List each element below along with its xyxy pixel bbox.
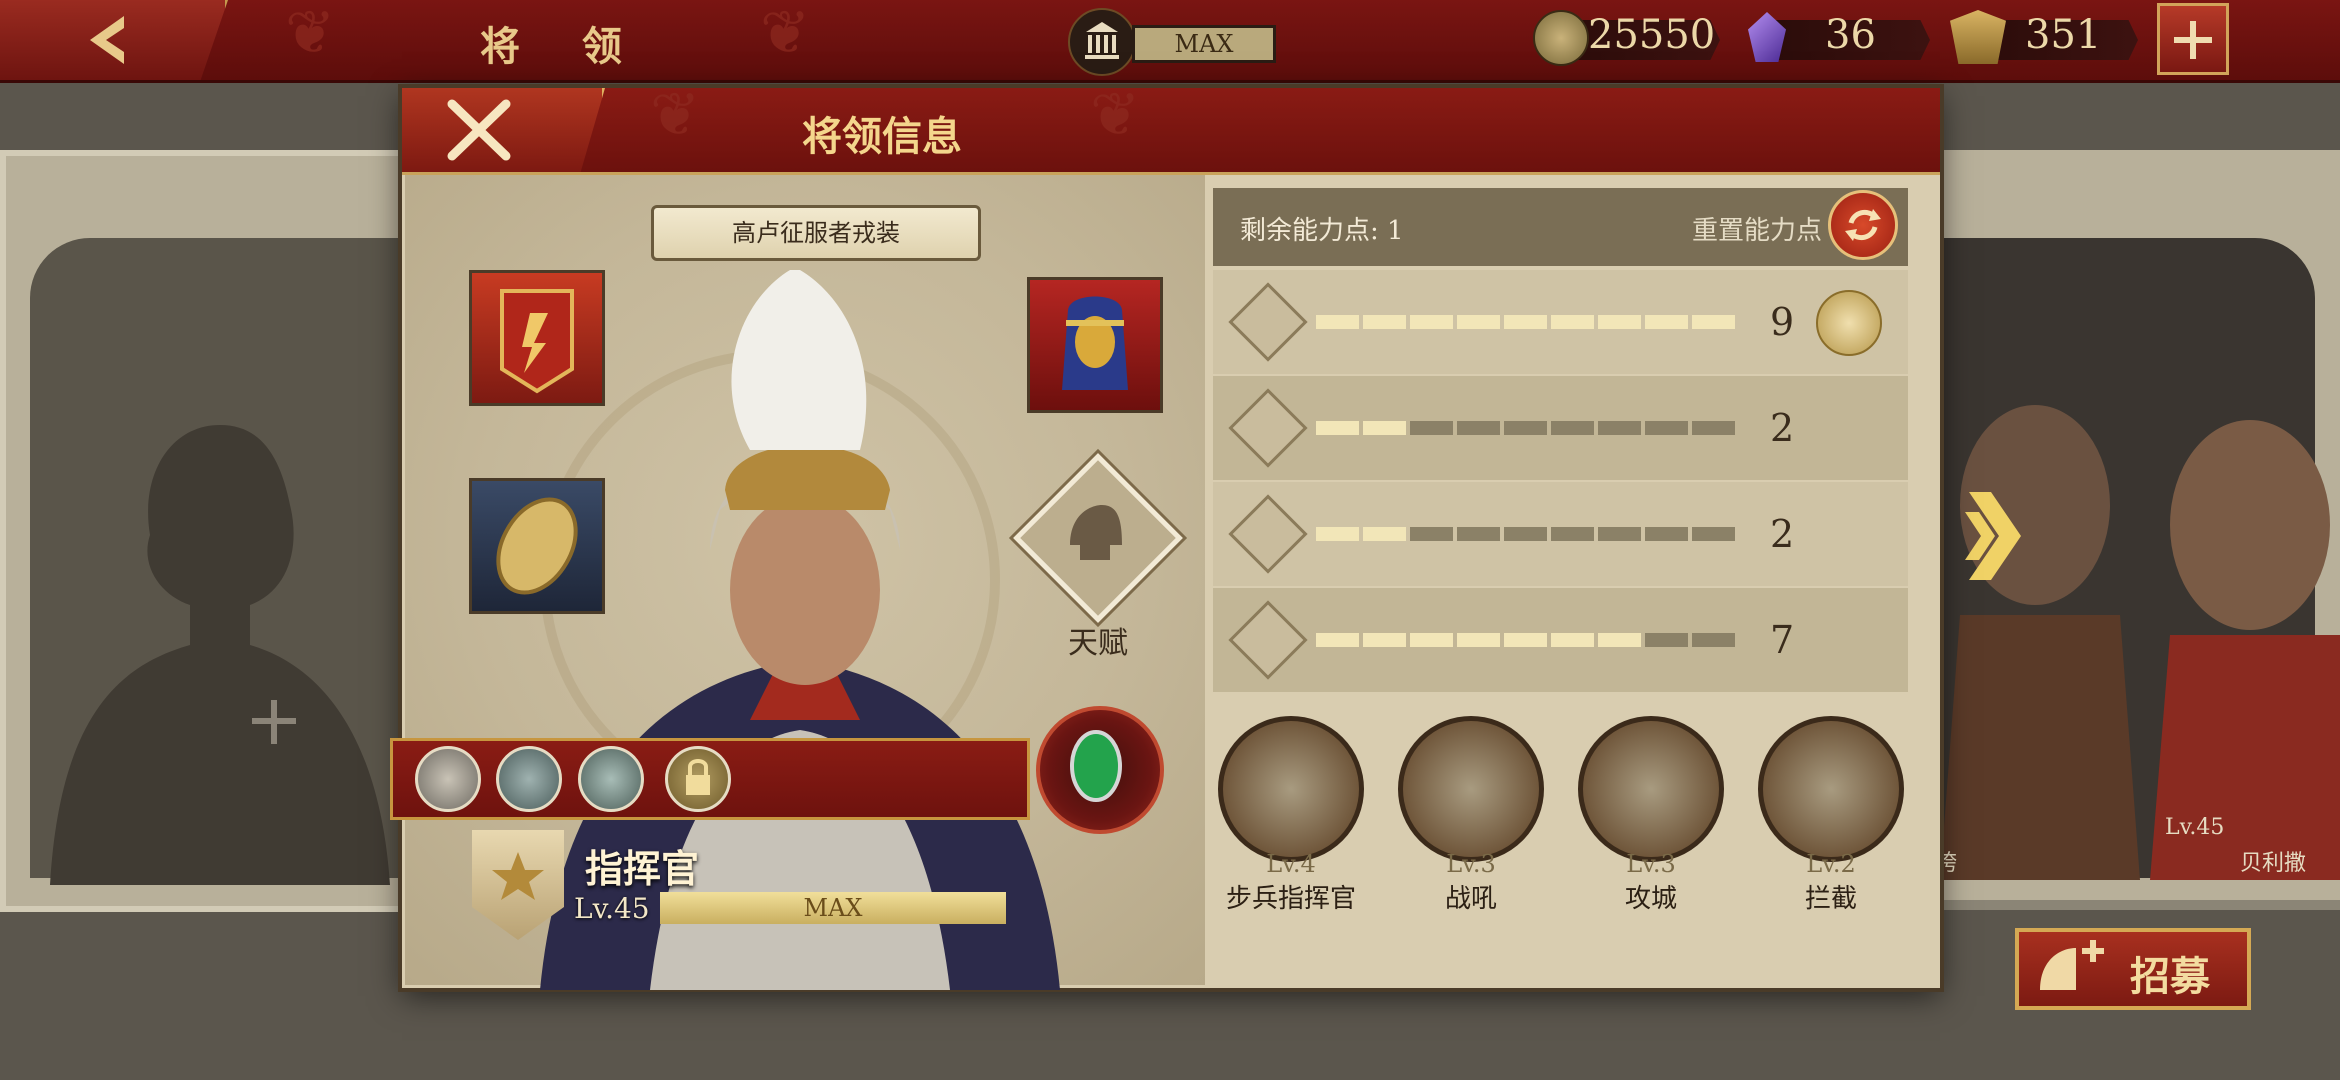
skill-level: Lv.3: [1446, 850, 1496, 878]
skill-name: 步兵指挥官: [1225, 884, 1356, 914]
next-general-chevron-icon[interactable]: [1965, 488, 2025, 584]
level-text: Lv.45: [574, 892, 650, 925]
skill-slot-locked-icon[interactable]: [665, 746, 731, 812]
add-resource-button[interactable]: [2157, 3, 2229, 75]
ability-bar-segment: [1692, 421, 1735, 435]
ability-bar-segment: [1504, 633, 1547, 647]
gem-slot[interactable]: [1036, 706, 1164, 834]
ability-bar-segment: [1551, 421, 1594, 435]
rank-name: 指挥官: [585, 846, 700, 891]
silhouette-icon: [50, 425, 390, 885]
ability-bar-segment: [1645, 421, 1688, 435]
star-icon: [492, 852, 544, 900]
skill-slot-1-icon[interactable]: [415, 746, 481, 812]
gem-value: 36: [1825, 12, 1876, 58]
ability-bar-segment: [1551, 527, 1594, 541]
modal-header: [402, 88, 1940, 175]
ability-bar-segment: [1410, 527, 1453, 541]
laurel-left-icon: ❦: [285, 0, 336, 68]
ability-bar-segment: [1363, 421, 1406, 435]
ability-bar-segment: [1645, 633, 1688, 647]
ability-bar-segment: [1598, 315, 1641, 329]
ability-bar-segment: [1598, 421, 1641, 435]
talent-label: 天赋: [1068, 626, 1128, 661]
reset-points-button[interactable]: [1828, 190, 1898, 260]
skill-name: 拦截: [1804, 884, 1857, 914]
ability-bar-segment: [1598, 633, 1641, 647]
lock-icon: [686, 759, 710, 795]
add-slot-icon-v: [271, 700, 277, 744]
ability-bar-segment: [1410, 633, 1453, 647]
other-generals-portraits: [1940, 405, 2340, 880]
ability-bar-segment: [1692, 633, 1735, 647]
right-general-name: 贝利撒: [2240, 851, 2307, 876]
ability-bar-segment: [1457, 421, 1500, 435]
skill-name: 战吼: [1444, 884, 1497, 914]
ability-bar-segment: [1457, 633, 1500, 647]
ability-value: 7: [1770, 618, 1795, 662]
outfit-label[interactable]: 高卢征服者戎装: [651, 205, 981, 261]
ability-value: 9: [1770, 300, 1795, 344]
ability-bar-segment: [1316, 421, 1359, 435]
ability-bar-segment: [1316, 527, 1359, 541]
modal-laurel-left-icon: ❦: [650, 80, 701, 150]
emerald-gem-icon: [1070, 730, 1122, 802]
ability-bar-segment: [1645, 315, 1688, 329]
skill-level: Lv.2: [1806, 850, 1856, 878]
ability-value: 2: [1770, 406, 1795, 450]
close-button[interactable]: [402, 88, 605, 172]
shouting-soldier-icon[interactable]: [1398, 716, 1544, 862]
ability-bar-segment: [1645, 527, 1688, 541]
skill-level: Lv.4: [1266, 850, 1316, 878]
archer-icon[interactable]: [1758, 716, 1904, 862]
refresh-icon: [1845, 209, 1881, 241]
ability-bar-segment: [1598, 527, 1641, 541]
siege-ladder-icon[interactable]: [1578, 716, 1724, 862]
ability-bar-segment: [1457, 527, 1500, 541]
ability-bar-segment: [1504, 527, 1547, 541]
coin-icon: [1533, 10, 1589, 66]
ability-bar-segment: [1363, 315, 1406, 329]
modal-laurel-right-icon: ❦: [1090, 80, 1141, 150]
skill-slot-2-icon[interactable]: [496, 746, 562, 812]
skill-name: 攻城: [1624, 884, 1677, 914]
back-button[interactable]: [0, 0, 228, 80]
laurel-right-icon: ❦: [760, 0, 811, 68]
ability-bar-segment: [1363, 527, 1406, 541]
reset-label: 重置能力点: [1692, 216, 1823, 246]
ability-bar-segment: [1551, 315, 1594, 329]
ability-bar-segment: [1551, 633, 1594, 647]
remaining-points: 剩余能力点: 1: [1240, 216, 1404, 246]
ability-bar-segment: [1316, 315, 1359, 329]
modal-title: 将领信息: [802, 113, 962, 160]
ability-bar-segment: [1410, 315, 1453, 329]
coin-value: 25550: [1588, 12, 1716, 58]
ability-bar-segment: [1363, 633, 1406, 647]
building-icon[interactable]: [1068, 8, 1136, 76]
skill-level: Lv.3: [1626, 850, 1676, 878]
ability-value: 2: [1770, 512, 1795, 556]
level-bar: MAX: [660, 892, 1006, 924]
ability-bar-segment: [1410, 421, 1453, 435]
max-star-badge-icon: [1816, 290, 1882, 356]
ability-bar-segment: [1316, 633, 1359, 647]
ability-bar-segment: [1504, 421, 1547, 435]
close-icon: [447, 99, 511, 161]
right-general-level: Lv.45: [2165, 815, 2225, 840]
spqr-eagle-icon: [1950, 10, 2006, 64]
ability-bar-segment: [1692, 527, 1735, 541]
recruit-label: 招募: [2130, 953, 2210, 1000]
ability-bar-segment: [1504, 315, 1547, 329]
skill-slot-3-icon[interactable]: [578, 746, 644, 812]
helmet-icon: [1070, 505, 1122, 560]
ability-bar-segment: [1692, 315, 1735, 329]
crossed-swords-icon[interactable]: [1218, 716, 1364, 862]
page-title: 将 领: [480, 23, 646, 70]
helmet-plus-icon: [2040, 940, 2104, 990]
building-level-badge: MAX: [1132, 25, 1276, 63]
ability-bar-segment: [1457, 315, 1500, 329]
spqr-value: 351: [2025, 12, 2102, 58]
back-arrow-icon: [90, 16, 124, 64]
